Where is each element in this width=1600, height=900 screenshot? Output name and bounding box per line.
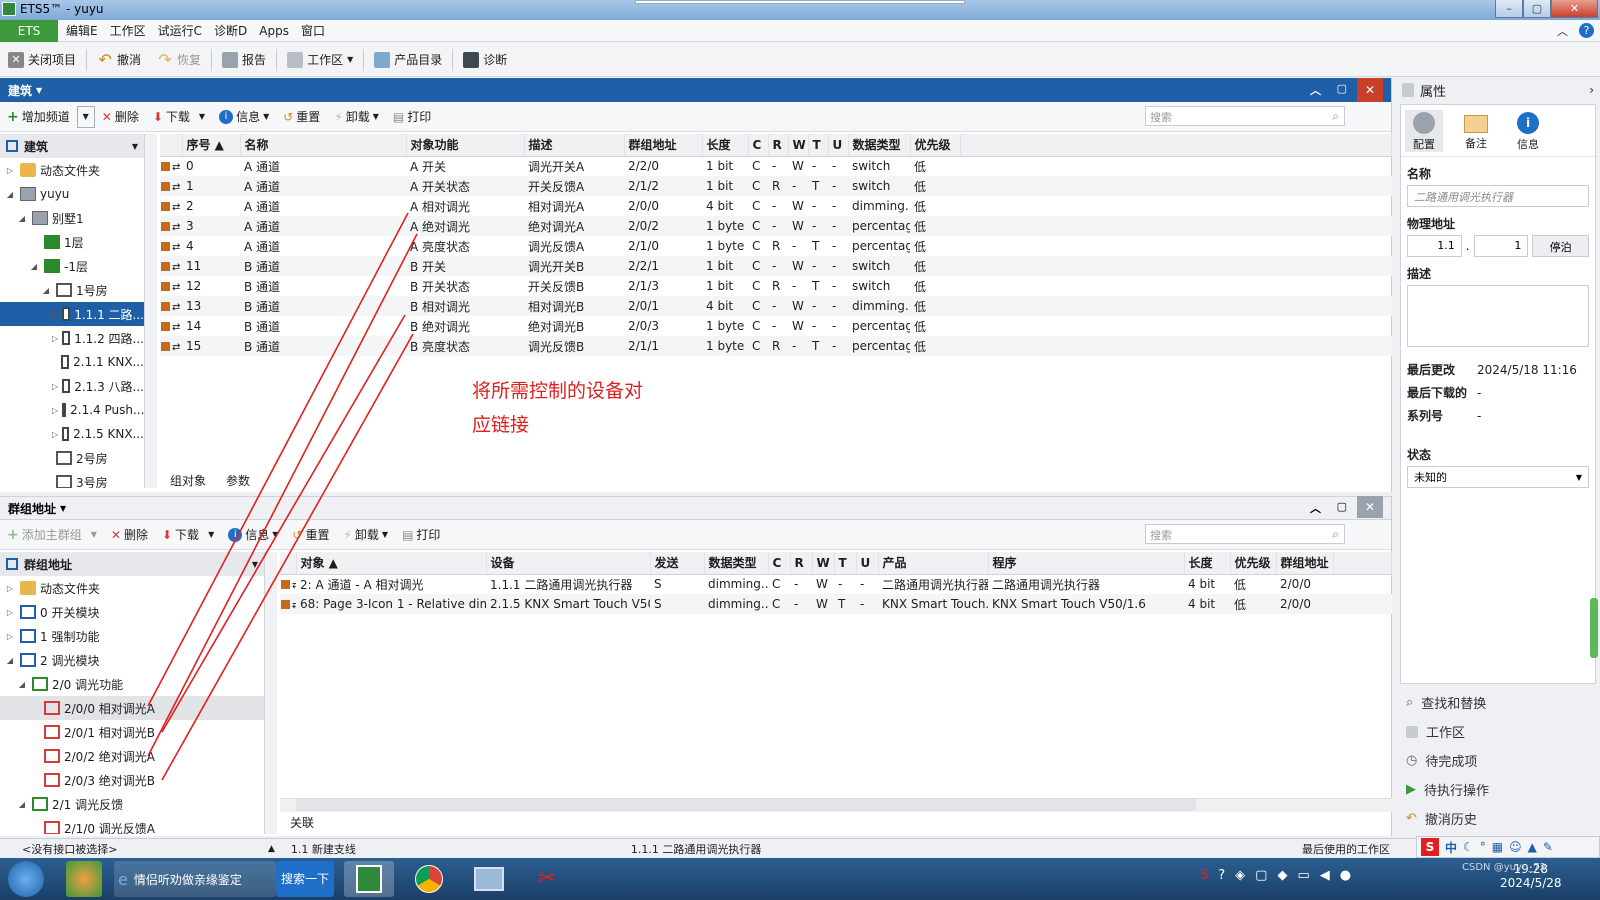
taskbar-chrome[interactable] [404,861,454,897]
link-line-3 [161,314,406,733]
tray-app-icon[interactable]: ● [1340,868,1351,883]
link-line-1 [147,212,409,707]
sogou-icon[interactable]: S [1421,838,1439,856]
interface-status[interactable]: <没有接口被选择> [22,841,262,857]
tray-network-icon[interactable]: ◈ [1235,868,1245,883]
tray-volume-icon[interactable]: ◀ [1320,868,1330,883]
taskbar-browser[interactable]: e 情侣听劝做亲缘鉴定 [114,861,276,897]
annotation-lines [147,212,418,781]
taskbar-app-icon[interactable] [66,861,102,897]
tray-s-icon[interactable]: S [1200,868,1208,883]
taskbar-remote[interactable] [464,861,514,897]
chrome-icon [415,865,443,893]
moon-icon[interactable]: ☾ [1463,840,1474,854]
link-line-2 [147,233,418,757]
status-bar: <没有接口被选择> ▲ 1.1 新建支线 1.1.1 二路通用调光执行器 最后使… [0,838,1600,858]
ime-toolbar: S 中 ☾ ° ▦ ☺ ▲ ✎ [1416,836,1600,858]
system-tray: S ? ◈ ▢ ◆ ▭ ◀ ● [1200,868,1351,883]
chevron-up-icon[interactable]: ▲ [268,844,275,854]
taskbar-ets-app[interactable] [344,861,394,897]
browser-icon: e [118,869,128,889]
start-button[interactable] [8,861,44,897]
punct-icon[interactable]: ° [1480,840,1486,854]
tray-window-icon[interactable]: ▢ [1255,868,1267,883]
remote-icon [474,867,504,891]
ets-icon [356,865,382,893]
watermark: CSDN @yuyu_72 [1462,862,1546,873]
keyboard-icon[interactable]: ▦ [1492,840,1503,854]
taskbar-search-button[interactable]: 搜索一下 [276,861,334,897]
clock-date: 2024/5/28 [1500,876,1562,890]
tray-folder-icon[interactable]: ▭ [1297,868,1309,883]
link-line-4 [161,333,414,781]
ime-mode[interactable]: 中 [1445,839,1457,856]
browser-title: 情侣听劝做亲缘鉴定 [133,872,242,887]
taskbar-snip[interactable]: ✂ [524,861,570,897]
taskbar: e 情侣听劝做亲缘鉴定 搜索一下 ✂ S ? ◈ ▢ ◆ ▭ ◀ ● 19:28 … [0,858,1600,900]
tray-shield-icon[interactable]: ◆ [1277,868,1287,883]
tray-help-icon[interactable]: ? [1218,868,1225,883]
device-status: 1.1.1 二路通用调光执行器 [630,842,762,856]
scissors-icon: ✂ [537,866,557,891]
line-status: 1.1 新建支线 [290,842,356,856]
wrench-icon[interactable]: ✎ [1543,840,1553,854]
recent-workspace[interactable]: 最后使用的工作区 [1302,841,1390,857]
shirt-icon[interactable]: ▲ [1528,840,1537,854]
user-icon[interactable]: ☺ [1509,840,1522,854]
